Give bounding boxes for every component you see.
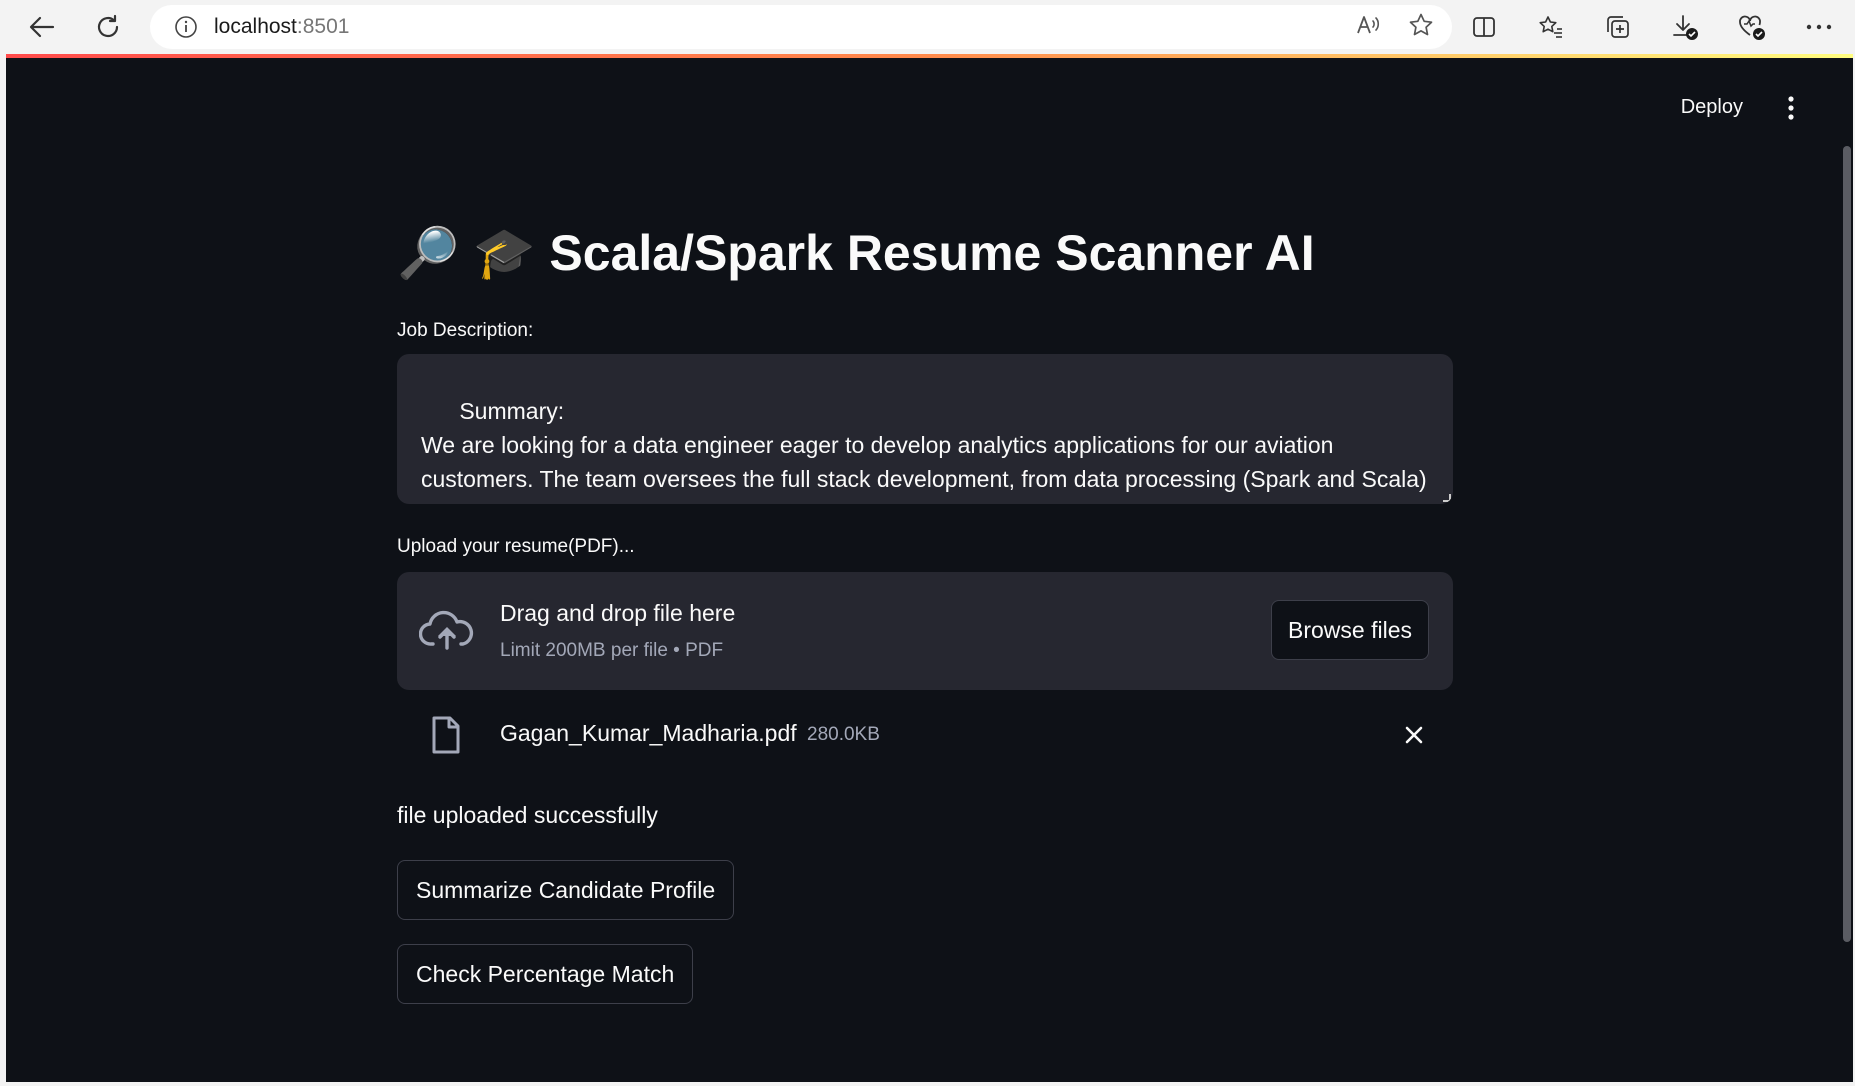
collections-icon[interactable] <box>1598 8 1638 46</box>
browser-toolbar: localhost:8501 <box>0 0 1855 54</box>
favorites-icon[interactable] <box>1531 8 1571 46</box>
file-name: Gagan_Kumar_Madharia.pdf <box>500 720 797 746</box>
cloud-upload-icon <box>419 610 474 650</box>
split-screen-icon[interactable] <box>1464 8 1504 46</box>
browser-essentials-icon[interactable] <box>1732 8 1772 46</box>
file-dropzone[interactable]: Drag and drop file here Limit 200MB per … <box>397 572 1453 690</box>
app-container: Deploy 🔎 🎓 Scala/Spark Resume Scanner AI… <box>6 58 1853 1082</box>
scrollbar[interactable] <box>1843 146 1851 942</box>
site-info-icon[interactable] <box>172 13 200 41</box>
vertical-dots-icon <box>1788 96 1794 120</box>
uploaded-file-row: Gagan_Kumar_Madharia.pdf 280.0KB <box>397 706 1453 778</box>
title-emojis: 🔎 🎓 <box>397 225 536 281</box>
url-host: localhost <box>214 15 297 38</box>
deploy-button[interactable]: Deploy <box>1681 96 1743 119</box>
check-percentage-button[interactable]: Check Percentage Match <box>397 944 694 1004</box>
address-bar[interactable]: localhost:8501 <box>150 5 1452 49</box>
main-menu-button[interactable] <box>1771 88 1811 128</box>
title-text: Scala/Spark Resume Scanner AI <box>549 225 1315 281</box>
job-description-label: Job Description: <box>397 320 534 341</box>
read-aloud-icon[interactable] <box>1356 13 1382 42</box>
close-icon <box>1405 726 1423 744</box>
job-description-textarea[interactable]: Summary: We are looking for a data engin… <box>397 354 1453 504</box>
summarize-profile-button[interactable]: Summarize Candidate Profile <box>397 860 735 920</box>
upload-status-message: file uploaded successfully <box>397 802 658 828</box>
back-arrow-icon <box>29 16 55 38</box>
job-description-text: Summary: We are looking for a data engin… <box>421 398 1427 504</box>
url-text[interactable]: localhost:8501 <box>214 15 349 39</box>
resize-handle[interactable] <box>1443 494 1451 502</box>
browser-actions <box>1464 8 1855 46</box>
file-size: 280.0KB <box>807 724 880 745</box>
back-button[interactable] <box>22 8 62 46</box>
url-port: :8501 <box>296 15 350 38</box>
favorite-star-icon[interactable] <box>1408 12 1434 43</box>
drop-title: Drag and drop file here <box>500 600 736 626</box>
remove-file-button[interactable] <box>1399 720 1429 750</box>
refresh-button[interactable] <box>88 8 128 46</box>
drop-limit-text: Limit 200MB per file • PDF <box>500 640 724 661</box>
upload-label: Upload your resume(PDF)... <box>397 536 635 557</box>
refresh-icon <box>97 14 119 38</box>
browse-files-button[interactable]: Browse files <box>1271 600 1429 660</box>
downloads-icon[interactable] <box>1665 8 1705 46</box>
more-options-icon[interactable] <box>1799 8 1839 46</box>
page-title: 🔎 🎓 Scala/Spark Resume Scanner AI <box>397 218 1453 288</box>
file-icon <box>432 716 460 754</box>
